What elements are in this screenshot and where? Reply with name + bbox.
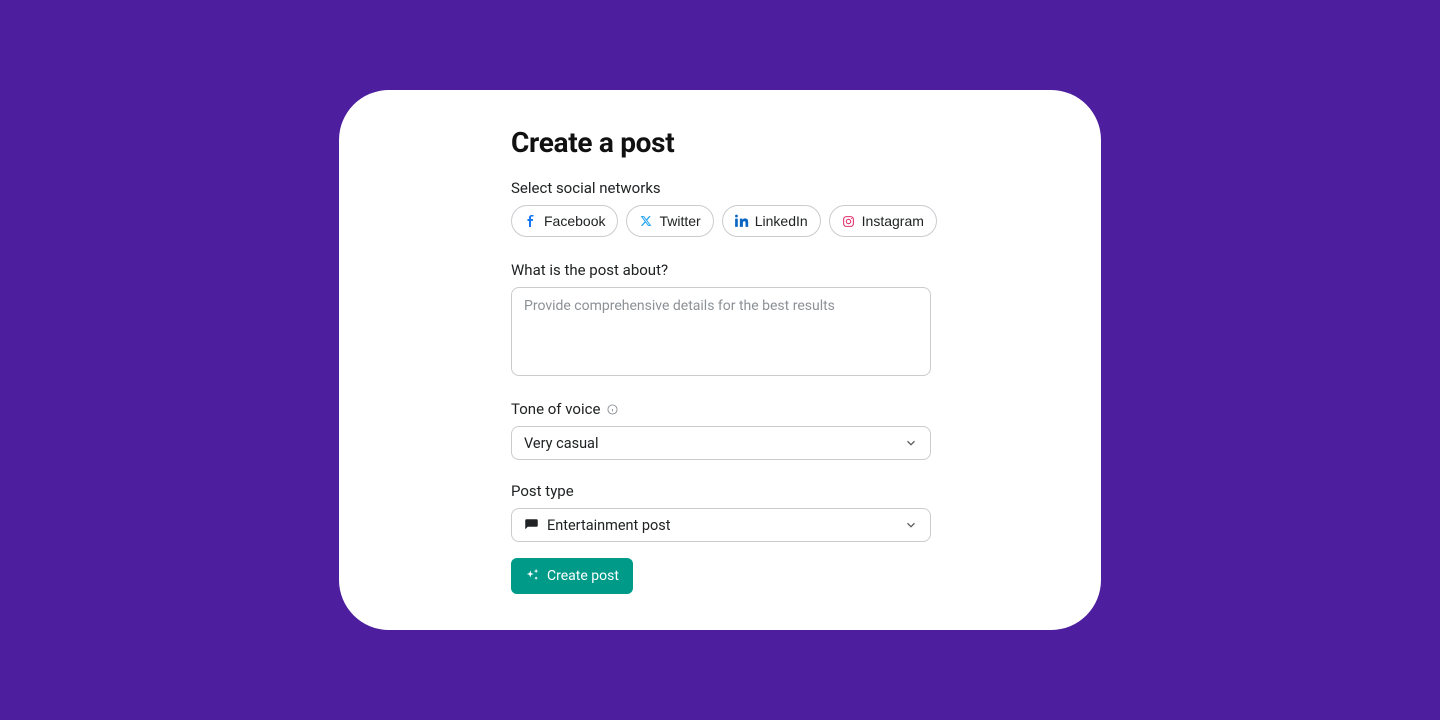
twitter-icon <box>639 214 653 228</box>
tone-select[interactable]: Very casual <box>511 426 931 460</box>
instagram-icon <box>842 214 856 228</box>
about-input[interactable] <box>511 287 931 376</box>
chip-twitter[interactable]: Twitter <box>626 205 713 237</box>
tone-selected: Very casual <box>524 435 598 452</box>
chip-instagram-label: Instagram <box>862 212 924 230</box>
facebook-icon <box>524 214 538 228</box>
chip-instagram[interactable]: Instagram <box>829 205 937 237</box>
page-title: Create a post <box>511 126 931 159</box>
chevron-down-icon <box>904 436 918 450</box>
post-type-label: Post type <box>511 482 931 500</box>
info-icon <box>606 403 618 415</box>
tone-label: Tone of voice <box>511 400 931 418</box>
post-type-selected: Entertainment post <box>547 517 671 534</box>
tone-label-text: Tone of voice <box>511 400 600 418</box>
chip-linkedin-label: LinkedIn <box>755 212 808 230</box>
chip-linkedin[interactable]: LinkedIn <box>722 205 821 237</box>
chip-facebook-label: Facebook <box>544 212 605 230</box>
about-label: What is the post about? <box>511 261 931 279</box>
chip-facebook[interactable]: Facebook <box>511 205 618 237</box>
chat-search-icon <box>524 518 539 533</box>
chip-twitter-label: Twitter <box>659 212 700 230</box>
networks-chips: Facebook Twitter LinkedIn Instagram <box>511 205 931 237</box>
sparkle-icon <box>525 567 539 585</box>
linkedin-icon <box>735 214 749 228</box>
chevron-down-icon <box>904 518 918 532</box>
create-post-button-label: Create post <box>547 568 619 584</box>
post-type-select[interactable]: Entertainment post <box>511 508 931 542</box>
networks-label: Select social networks <box>511 179 931 197</box>
create-post-button[interactable]: Create post <box>511 558 633 594</box>
create-post-card: Create a post Select social networks Fac… <box>339 90 1101 630</box>
